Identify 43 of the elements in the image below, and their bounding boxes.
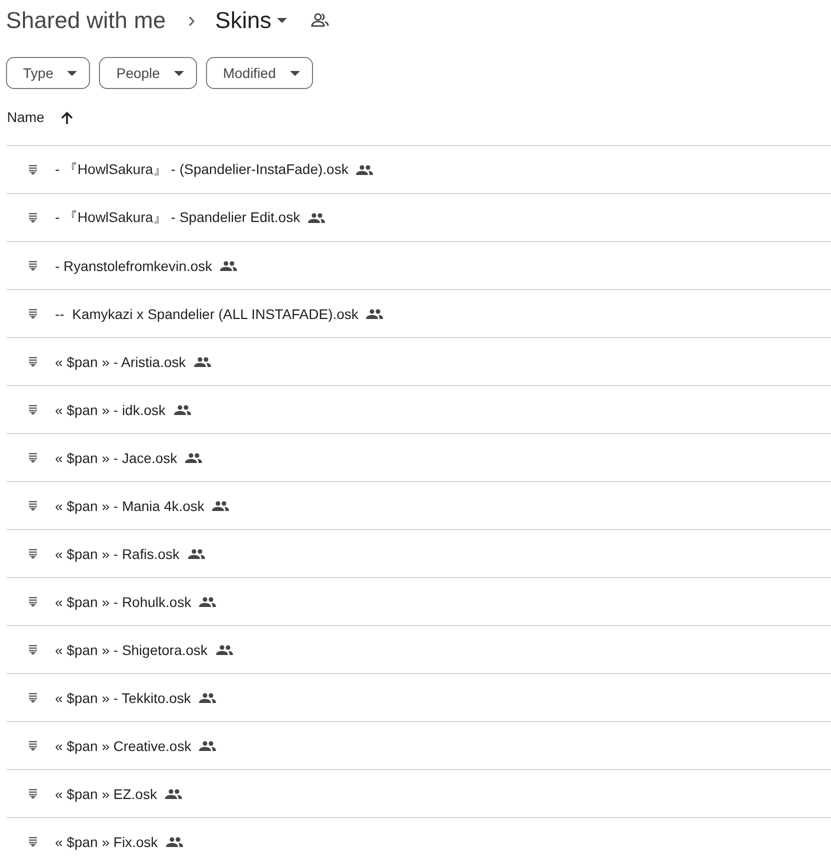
file-name[interactable]: « $pan » - Rafis.osk <box>55 546 180 562</box>
column-header[interactable]: Name <box>7 109 44 125</box>
file-icon <box>29 308 37 318</box>
file-name[interactable]: « $pan » EZ.osk <box>55 786 157 802</box>
file-name[interactable]: « $pan » - idk.osk <box>55 402 166 418</box>
file-icon <box>29 644 37 654</box>
sort-arrow-icon[interactable] <box>60 110 74 124</box>
caret-icon <box>290 70 300 76</box>
caret-icon <box>277 18 288 22</box>
file-name[interactable]: « $pan » - Tekkito.osk <box>55 690 191 706</box>
file-name[interactable]: - Ryanstolefromkevin.osk <box>55 258 212 274</box>
file-name[interactable]: « $pan » Fix.osk <box>55 834 158 850</box>
file-icon <box>29 212 37 222</box>
file-icon <box>29 452 37 462</box>
file-icon <box>29 260 37 270</box>
file-name[interactable]: « $pan » - Mania 4k.osk <box>55 498 204 514</box>
file-icon <box>29 500 37 510</box>
file-icon <box>29 692 37 702</box>
breadcrumb-parent[interactable]: Shared with me <box>6 6 166 34</box>
file-name[interactable]: « $pan » Creative.osk <box>55 738 192 754</box>
file-name[interactable]: « $pan » - Rohulk.osk <box>55 594 192 610</box>
file-name[interactable]: « $pan » - Shigetora.osk <box>55 642 208 658</box>
folder-menu-button[interactable]: Skins <box>215 6 288 34</box>
filter-chip[interactable]: People <box>99 57 197 89</box>
file-name[interactable]: - 『HowlSakura』 - Spandelier Edit.osk <box>55 208 300 226</box>
file-icon <box>29 596 37 606</box>
people-outline-icon <box>311 13 330 27</box>
file-icon <box>29 164 37 174</box>
filter-chip[interactable]: Modified <box>206 57 313 89</box>
file-icon <box>29 788 37 798</box>
file-icon <box>29 740 37 750</box>
file-icon <box>29 404 37 414</box>
filter-chip[interactable]: Type <box>6 57 90 89</box>
file-icon <box>29 548 37 558</box>
file-name[interactable]: -- Kamykazi x Spandelier (ALL INSTAFADE).osk <box>55 306 358 322</box>
file-icon <box>29 356 37 366</box>
caret-icon <box>174 70 184 76</box>
file-name[interactable]: « $pan » - Jace.osk <box>55 450 178 466</box>
caret-icon <box>67 70 78 76</box>
file-name[interactable]: - 『HowlSakura』 - (Spandelier-InstaFade).osk <box>55 160 348 178</box>
file-icon <box>29 836 37 846</box>
breadcrumb-separator: › <box>188 7 196 33</box>
file-name[interactable]: « $pan » - Aristia.osk <box>55 354 186 370</box>
